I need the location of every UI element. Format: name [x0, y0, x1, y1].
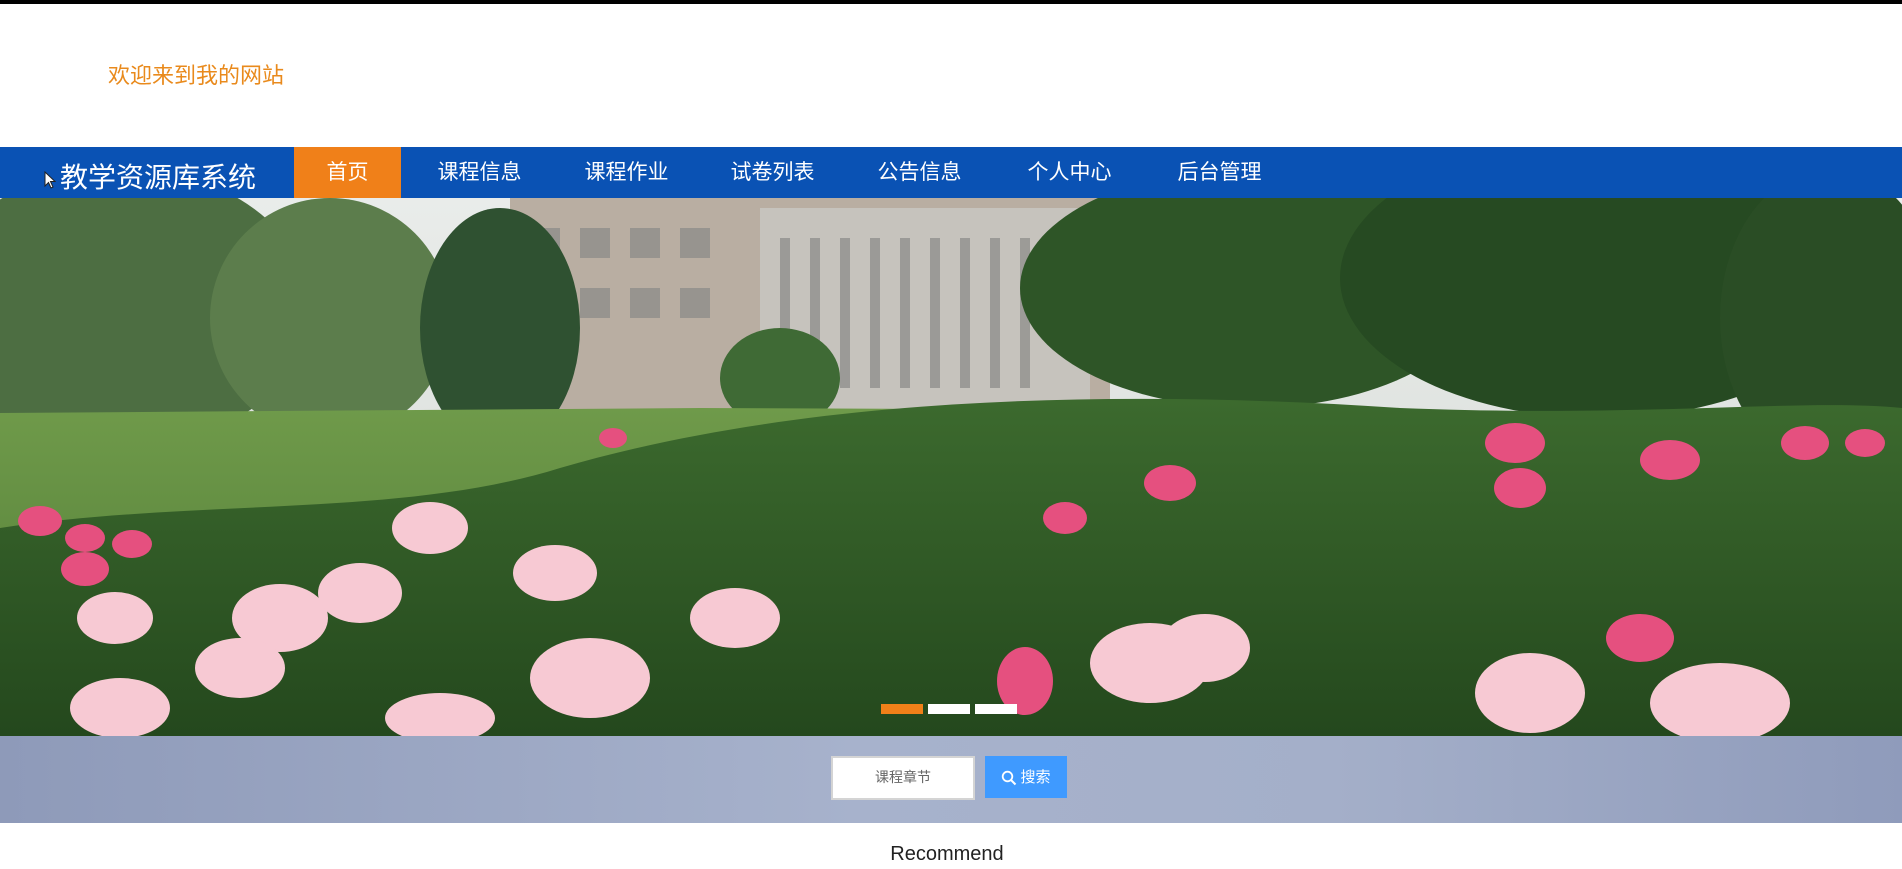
- hero-banner-image[interactable]: [0, 198, 1902, 736]
- nav-item-course-info[interactable]: 课程信息: [427, 147, 532, 198]
- search-input[interactable]: 课程章节: [831, 756, 975, 800]
- nav-item-personal-center[interactable]: 个人中心: [1016, 147, 1123, 198]
- search-button-label: 搜索: [1020, 768, 1051, 786]
- nav-item-admin[interactable]: 后台管理: [1166, 147, 1273, 198]
- carousel-dot-3[interactable]: [975, 704, 1017, 714]
- search-bar: 课程章节 搜索: [0, 736, 1902, 823]
- carousel-dot-1[interactable]: [881, 704, 923, 714]
- carousel-dot-2[interactable]: [928, 704, 970, 714]
- welcome-text: 欢迎来到我的网站: [108, 64, 285, 89]
- nav-item-announcements[interactable]: 公告信息: [866, 147, 973, 198]
- section-title-recommend: Recommend: [890, 843, 1004, 865]
- search-button[interactable]: 搜索: [985, 756, 1067, 798]
- site-brand[interactable]: 教学资源库系统: [60, 156, 256, 196]
- main-navigation: 教学资源库系统 首页 课程信息 课程作业 试卷列表 公告信息 个人中心 后台管理: [0, 147, 1902, 198]
- top-border: [0, 0, 1902, 4]
- nav-item-course-homework[interactable]: 课程作业: [574, 147, 679, 198]
- campus-peony-garden-image: [0, 198, 1902, 736]
- mouse-cursor-icon: [44, 171, 56, 189]
- search-icon: [1002, 770, 1017, 785]
- nav-item-home[interactable]: 首页: [294, 147, 401, 198]
- nav-item-exam-list[interactable]: 试卷列表: [720, 147, 825, 198]
